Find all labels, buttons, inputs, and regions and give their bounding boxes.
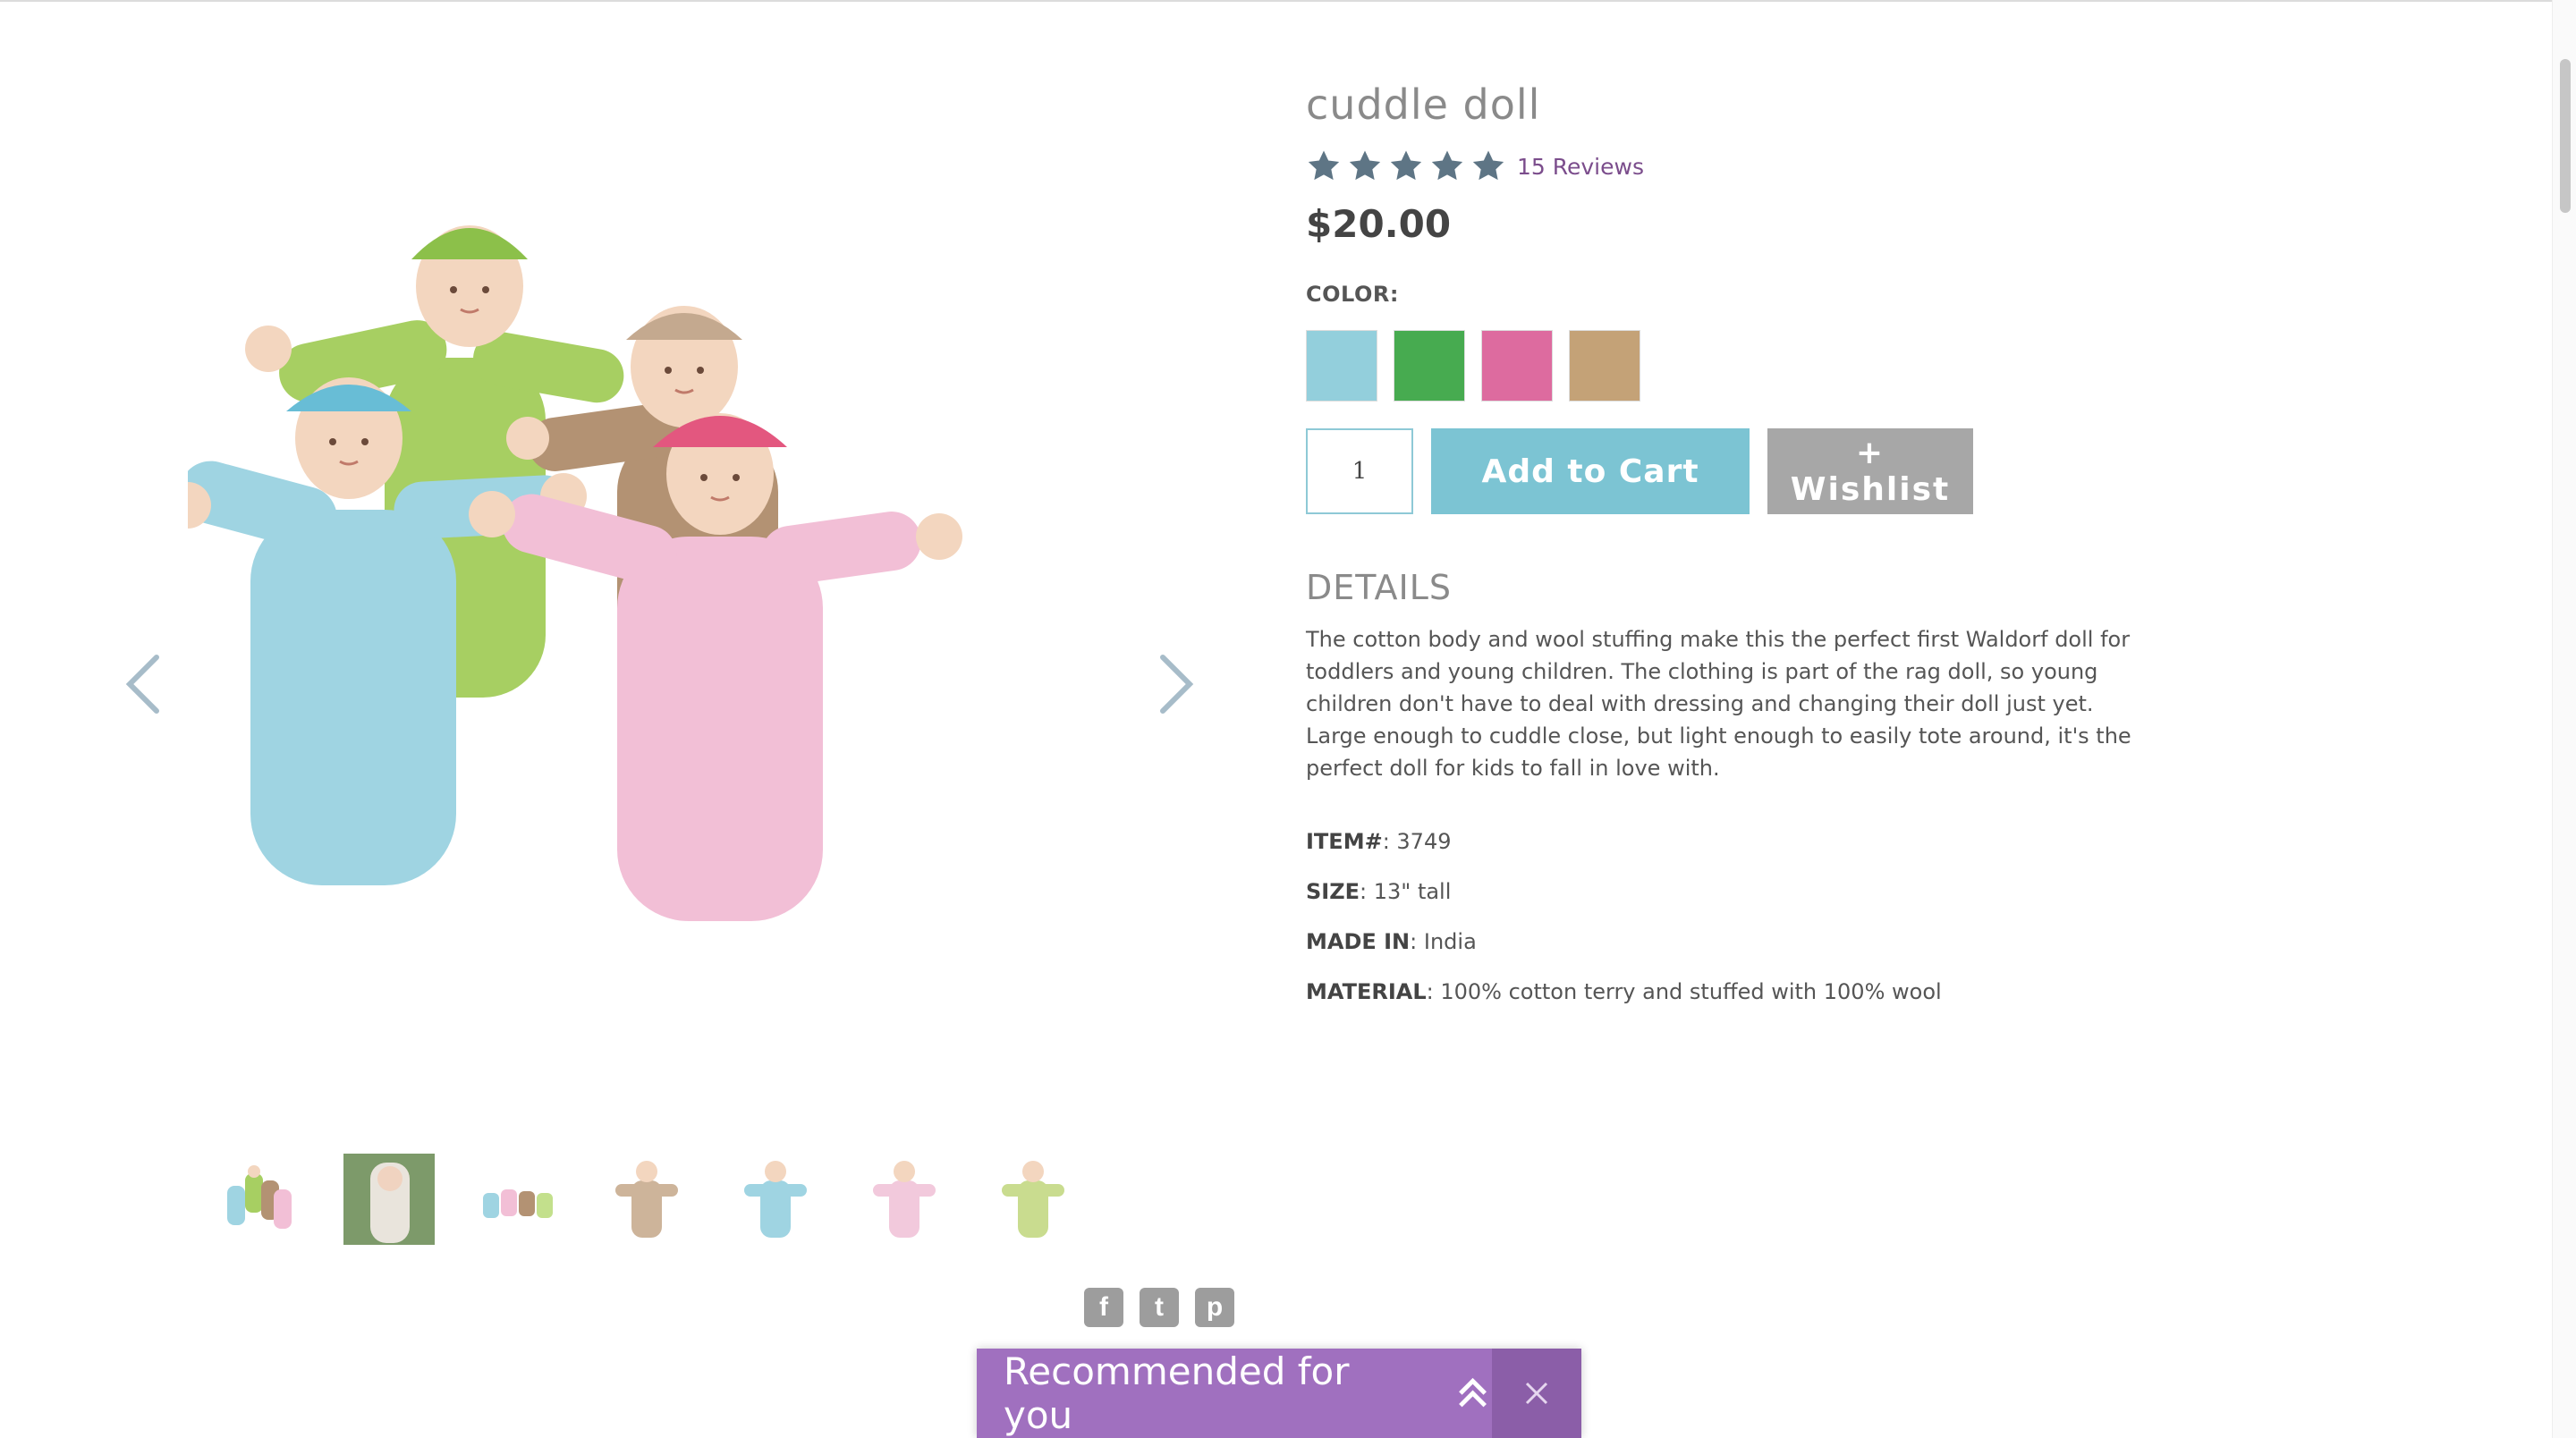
quantity-input[interactable] [1306,428,1413,514]
star-icon [1308,150,1340,181]
thumbnail-3[interactable] [472,1154,564,1245]
star-rating [1306,148,1506,184]
details-heading: DETAILS [1306,568,1453,607]
spec-item: MADE IN: India [1306,927,2165,956]
scrollbar-thumb[interactable] [2560,59,2571,213]
thumbnail-2[interactable] [343,1154,435,1245]
add-to-cart-button[interactable]: Add to Cart [1431,428,1750,514]
scrollbar[interactable] [2552,0,2576,1438]
reviews-link[interactable]: 15 Reviews [1517,154,1644,180]
facebook-icon[interactable]: f [1084,1288,1123,1327]
spec-label: MADE IN [1306,929,1411,954]
close-icon [1525,1382,1548,1405]
share-icons: f t p [1084,1288,1234,1327]
spec-label: MATERIAL [1306,979,1427,1004]
twitter-icon[interactable]: t [1140,1288,1179,1327]
star-icon [1472,150,1504,181]
color-label: COLOR: [1306,282,1399,307]
recommended-toggle[interactable]: Recommended for you [977,1349,1492,1438]
color-swatch-pink[interactable] [1481,330,1553,402]
star-icon [1431,150,1463,181]
product-title: cuddle doll [1306,80,1541,129]
rating-row: 15 Reviews [1306,148,2165,184]
product-info: cuddle doll 15 Reviews $20.00 COLOR: Add… [1306,80,2165,1028]
product-price: $20.00 [1306,202,1452,246]
spec-item: SIZE: 13" tall [1306,877,2165,906]
color-swatch-green[interactable] [1394,330,1465,402]
product-gallery [98,143,1208,1245]
product-main-image [188,224,962,921]
gallery-next-arrow-icon[interactable] [1149,644,1203,724]
cart-row: Add to Cart + Wishlist [1306,428,2165,514]
thumbnail-6[interactable] [859,1154,950,1245]
close-recommended-button[interactable] [1492,1349,1581,1438]
recommended-bar: Recommended for you [977,1349,1581,1438]
spec-item: ITEM#: 3749 [1306,827,2165,856]
thumbnail-5[interactable] [730,1154,821,1245]
spec-label: SIZE [1306,879,1360,904]
spec-value: : 13" tall [1360,879,1452,904]
spec-value: : India [1410,929,1477,954]
color-swatches [1306,330,2165,402]
spec-item: MATERIAL: 100% cotton terry and stuffed … [1306,977,2165,1006]
star-icon [1349,150,1381,181]
pinterest-icon[interactable]: p [1195,1288,1234,1327]
color-swatch-tan[interactable] [1569,330,1640,402]
spec-list: ITEM#: 3749 SIZE: 13" tall MADE IN: Indi… [1306,827,2165,1006]
thumbnail-1[interactable] [215,1154,306,1245]
gallery-thumbnails [215,1154,1079,1245]
thumbnail-4[interactable] [601,1154,692,1245]
color-swatch-blue[interactable] [1306,330,1377,402]
spec-value: : 100% cotton terry and stuffed with 100… [1426,979,1942,1004]
top-divider [0,0,2576,2]
spec-value: : 3749 [1382,829,1452,854]
recommended-label: Recommended for you [1004,1349,1350,1437]
gallery-prev-arrow-icon[interactable] [116,644,170,724]
thumbnail-7[interactable] [987,1154,1079,1245]
double-chevron-up-icon [1459,1377,1487,1408]
spec-label: ITEM# [1306,829,1383,854]
star-icon [1390,150,1422,181]
wishlist-button[interactable]: + Wishlist [1767,428,1973,514]
details-text: The cotton body and wool stuffing make t… [1306,627,2131,781]
